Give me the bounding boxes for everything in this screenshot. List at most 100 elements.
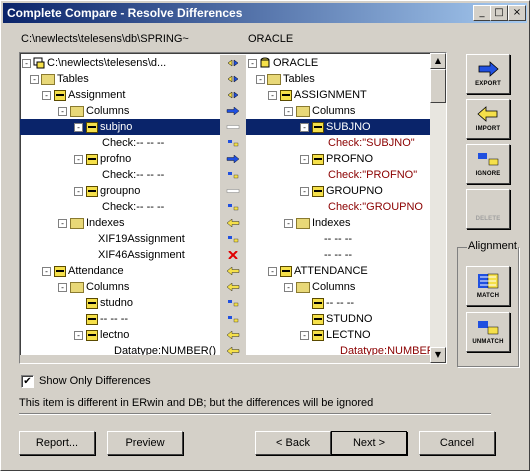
tree-row[interactable]: - Indexes - Indexes	[20, 215, 430, 231]
column-icon	[86, 122, 98, 133]
match-button[interactable]: MATCH	[466, 266, 510, 306]
delete-x-icon[interactable]	[226, 251, 240, 259]
maximize-button[interactable]: □	[490, 5, 508, 21]
match-icon	[478, 273, 499, 289]
separator	[19, 413, 491, 415]
left-model-path: C:\newlects\telesens\db\SPRING~	[21, 33, 189, 45]
tree-label: GROUPNO	[326, 185, 383, 197]
folder-icon	[296, 218, 310, 229]
status-text: This item is different in ERwin and DB; …	[19, 397, 374, 409]
column-icon	[86, 330, 98, 341]
tree-row[interactable]: Check:-- -- -- Check:"PROFNO"	[20, 167, 430, 183]
arrow-right-icon[interactable]	[226, 155, 240, 163]
tree-label: Columns	[86, 105, 130, 117]
ignore-icon[interactable]	[226, 123, 240, 131]
tree-row[interactable]: - Columns - Columns	[20, 103, 430, 119]
tree-label: Check:"SUBJNO"	[328, 137, 415, 149]
import-label: IMPORT	[475, 126, 501, 132]
tree-label: Check:-- -- --	[102, 137, 165, 149]
tree-label: Tables	[57, 73, 89, 85]
tree-row[interactable]: Check:-- -- -- Check:"GROUPNO	[20, 199, 430, 215]
equal-icon[interactable]	[226, 139, 240, 147]
tree-row[interactable]: - Columns - Columns	[20, 279, 430, 295]
tree-row[interactable]: -- -- -- STUDNO	[20, 311, 430, 327]
tree-row[interactable]: XIF19Assignment -- -- --	[20, 231, 430, 247]
import-arrow-icon	[477, 106, 498, 122]
tree-label: Check:"PROFNO"	[328, 169, 418, 181]
tree-label: studno	[100, 297, 134, 309]
compare-tree[interactable]: - C:\newlects\telesens\d... - ORACLE - T…	[19, 52, 447, 364]
equal-icon[interactable]	[226, 171, 240, 179]
equal-icon[interactable]	[226, 203, 240, 211]
equal-icon[interactable]	[226, 235, 240, 243]
column-icon	[86, 298, 98, 309]
tree-row[interactable]: Check:-- -- -- Check:"SUBJNO"	[20, 135, 430, 151]
horizontal-scrollbar[interactable]	[20, 355, 430, 363]
column-icon	[86, 314, 98, 325]
window-title: Complete Compare - Resolve Differences	[7, 6, 243, 20]
show-only-differences-checkbox[interactable]: ✔	[21, 375, 34, 388]
unmatch-label: UNMATCH	[472, 339, 504, 345]
tree-label: Check:"GROUPNO	[328, 201, 423, 213]
toggle-diff-icon[interactable]	[226, 75, 240, 83]
scroll-thumb[interactable]	[430, 69, 446, 103]
table-icon	[280, 266, 292, 277]
next-button[interactable]: Next >	[331, 431, 407, 455]
tree-row[interactable]: - C:\newlects\telesens\d... - ORACLE	[20, 55, 430, 71]
tree-row-selected[interactable]: - subjno - SUBJNO	[20, 119, 430, 135]
tree-label: -- -- --	[100, 313, 129, 325]
ignore-icon	[478, 153, 499, 166]
import-button[interactable]: IMPORT	[466, 99, 510, 139]
export-button[interactable]: EXPORT	[466, 54, 510, 94]
unmatch-button[interactable]: UNMATCH	[466, 312, 510, 352]
arrow-left-icon[interactable]	[226, 331, 240, 339]
back-button[interactable]: < Back	[255, 431, 331, 455]
minimize-button[interactable]: _	[473, 5, 491, 21]
tree-label: Columns	[312, 281, 356, 293]
complete-compare-window: Complete Compare - Resolve Differences _…	[0, 0, 530, 471]
scroll-down-button[interactable]: ▼	[430, 347, 446, 363]
preview-button[interactable]: Preview	[107, 431, 183, 455]
equal-icon[interactable]	[226, 315, 240, 323]
cancel-button[interactable]: Cancel	[419, 431, 495, 455]
ignore-icon[interactable]	[226, 187, 240, 195]
close-button[interactable]: ×	[508, 5, 526, 21]
scroll-up-button[interactable]: ▲	[430, 53, 446, 69]
tree-row[interactable]: - Assignment - ASSIGNMENT	[20, 87, 430, 103]
column-icon	[312, 330, 324, 341]
toggle-diff-icon[interactable]	[226, 91, 240, 99]
arrow-left-icon[interactable]	[226, 283, 240, 291]
tree-label: C:\newlects\telesens\d...	[47, 57, 167, 69]
tree-label: Assignment	[68, 89, 126, 101]
tree-row[interactable]: - lectno - LECTNO	[20, 327, 430, 343]
tree-row[interactable]: studno -- -- --	[20, 295, 430, 311]
tree-row[interactable]: - groupno - GROUPNO	[20, 183, 430, 199]
delete-button[interactable]: DELETE	[466, 189, 510, 229]
match-label: MATCH	[476, 293, 500, 299]
alignment-group-title: Alignment	[467, 240, 518, 252]
arrow-left-icon[interactable]	[226, 347, 240, 355]
export-label: EXPORT	[475, 81, 501, 87]
tree-label: -- -- --	[324, 249, 353, 261]
folder-icon	[70, 218, 84, 229]
arrow-left-icon[interactable]	[226, 267, 240, 275]
tree-row[interactable]: - profno - PROFNO	[20, 151, 430, 167]
tree-label: Attendance	[68, 265, 124, 277]
equal-icon[interactable]	[226, 299, 240, 307]
tree-row[interactable]: - Attendance - ATTENDANCE	[20, 263, 430, 279]
tree-row[interactable]: - Tables - Tables	[20, 71, 430, 87]
report-button[interactable]: Report...	[19, 431, 95, 455]
tree-row[interactable]: XIF46Assignment -- -- --	[20, 247, 430, 263]
title-bar: Complete Compare - Resolve Differences _…	[3, 3, 527, 23]
column-icon	[312, 298, 324, 309]
tree-label: Indexes	[86, 217, 125, 229]
table-icon	[54, 90, 66, 101]
ignore-button[interactable]: IGNORE	[466, 144, 510, 184]
vertical-scrollbar[interactable]: ▲ ▼	[430, 53, 446, 363]
tree-label: ASSIGNMENT	[294, 89, 367, 101]
tree-label: -- -- --	[326, 297, 355, 309]
arrow-left-icon[interactable]	[226, 219, 240, 227]
database-icon	[260, 57, 270, 68]
toggle-diff-icon[interactable]	[226, 59, 240, 67]
arrow-right-icon[interactable]	[226, 107, 240, 115]
